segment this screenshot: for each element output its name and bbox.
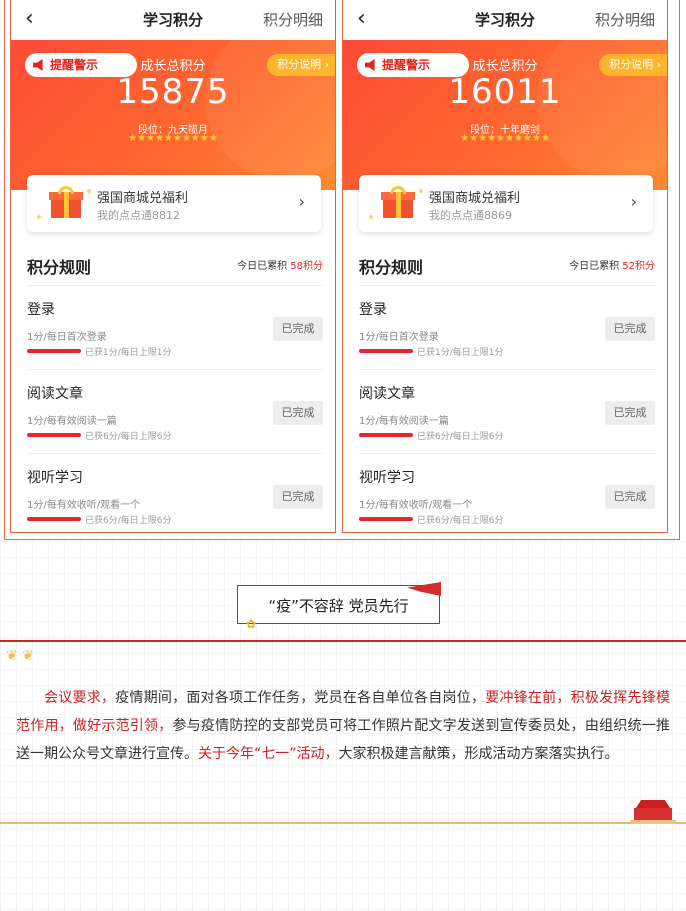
mall-subtitle: 我的点点通8869: [429, 209, 512, 222]
rule-name: 登录: [359, 302, 387, 318]
progress-bar: [27, 517, 81, 521]
rule-progress: 已获6分/每日上限6分: [85, 432, 172, 442]
para-span-red: 关于今年“七一”活动，: [198, 746, 339, 762]
rules-header: 积分规则 今日已累积 58积分: [27, 254, 323, 284]
para-span-red: 会议要求，: [44, 690, 116, 706]
rule-row: 登录 1分/每日首次登录 已获1分/每日上限1分 已完成: [359, 285, 655, 369]
progress-bar: [27, 349, 81, 353]
today-prefix: 今日已累积: [569, 261, 620, 272]
rule-desc: 1分/每日首次登录: [359, 332, 439, 343]
score-hero: 提醒警示 积分说明 › 成长总积分 16011 段位：十年磨剑 ★★★★★★★★…: [343, 20, 667, 190]
completed-button[interactable]: 已完成: [605, 317, 655, 341]
rule-progress: 已获1分/每日上限1分: [417, 348, 504, 358]
progress-bar: [359, 433, 413, 437]
tiananmen-icon: [630, 800, 676, 824]
completed-button[interactable]: 已完成: [605, 401, 655, 425]
rule-desc: 1分/每有效收听/观看一个: [359, 500, 473, 511]
today-value: 58积分: [290, 261, 323, 272]
rule-progress: 已获1分/每日上限1分: [85, 348, 172, 358]
rules-title: 积分规则: [359, 258, 424, 277]
completed-button[interactable]: 已完成: [273, 485, 323, 509]
rule-progress: 已获6分/每日上限6分: [417, 516, 504, 526]
rules-header: 积分规则 今日已累积 52积分: [359, 254, 655, 284]
rule-name: 阅读文章: [27, 386, 83, 402]
divider-gold: [0, 822, 686, 824]
divider-red: [0, 640, 686, 642]
banner-title: “疫”不容辞 党员先行: [268, 597, 409, 615]
rule-desc: 1分/每有效收听/观看一个: [27, 500, 141, 511]
completed-button[interactable]: 已完成: [273, 401, 323, 425]
mall-subtitle: 我的点点通8812: [97, 209, 180, 222]
mall-title: 强国商城兑福利: [429, 191, 521, 206]
decor-dot: [369, 215, 373, 219]
mall-card[interactable]: 强国商城兑福利 我的点点通8812 ›: [27, 175, 321, 232]
completed-button[interactable]: 已完成: [273, 317, 323, 341]
rules-title: 积分规则: [27, 258, 92, 277]
rule-name: 视听学习: [359, 470, 415, 486]
rank-stars: ★★★★★★★★★★: [128, 133, 218, 144]
progress-bar: [359, 517, 413, 521]
rule-desc: 1分/每有效阅读一篇: [27, 416, 117, 427]
decor-dot: [419, 189, 423, 193]
total-score: 15875: [116, 72, 230, 112]
rule-row: 视听学习 1分/每有效收听/观看一个 已获6分/每日上限6分 已完成: [27, 453, 323, 532]
rule-name: 登录: [27, 302, 55, 318]
chevron-right-icon: ›: [630, 192, 637, 211]
phone-screen-left: ‹ 学习积分 积分明细 提醒警示 积分说明 › 成长总积分 15875 段位：九…: [10, 0, 336, 533]
rule-row: 登录 1分/每日首次登录 已获1分/每日上限1分 已完成: [27, 285, 323, 369]
today-prefix: 今日已累积: [237, 261, 288, 272]
article-paragraph: 会议要求，疫情期间，面对各项工作任务，党员在各自单位各自岗位，要冲锋在前，积极发…: [16, 684, 670, 768]
mall-card[interactable]: 强国商城兑福利 我的点点通8869 ›: [359, 175, 653, 232]
today-points: 今日已累积 58积分: [237, 257, 323, 272]
progress-bar: [359, 349, 413, 353]
leaves-icon: ❦ ❦: [6, 648, 34, 664]
mall-title: 强国商城兑福利: [97, 191, 189, 206]
chevron-right-icon: ›: [298, 192, 305, 211]
rule-name: 视听学习: [27, 470, 83, 486]
gift-icon: [49, 186, 83, 218]
para-span: 大家积极建言献策，形成活动方案落实执行。: [338, 746, 619, 762]
flag-icon: [407, 582, 441, 596]
rule-row: 视听学习 1分/每有效收听/观看一个 已获6分/每日上限6分 已完成: [359, 453, 655, 532]
score-hero: 提醒警示 积分说明 › 成长总积分 15875 段位：九天揽月 ★★★★★★★★…: [11, 20, 335, 190]
flower-icon: ✿: [246, 617, 257, 631]
completed-button[interactable]: 已完成: [605, 485, 655, 509]
today-value: 52积分: [622, 261, 655, 272]
total-score: 16011: [448, 72, 562, 112]
decor-dot: [37, 215, 41, 219]
rule-progress: 已获6分/每日上限6分: [85, 516, 172, 526]
rule-row: 阅读文章 1分/每有效阅读一篇 已获6分/每日上限6分 已完成: [27, 369, 323, 453]
decor-dot: [87, 189, 91, 193]
para-span: 疫情期间，面对各项工作任务，党员在各自单位各自岗位，: [115, 690, 486, 706]
progress-bar: [27, 433, 81, 437]
rule-row: 阅读文章 1分/每有效阅读一篇 已获6分/每日上限6分 已完成: [359, 369, 655, 453]
rule-name: 阅读文章: [359, 386, 415, 402]
section-banner: “疫”不容辞 党员先行 ✿: [237, 582, 441, 631]
points-explain-button[interactable]: 积分说明 ›: [599, 54, 667, 76]
rule-progress: 已获6分/每日上限6分: [417, 432, 504, 442]
points-explain-button[interactable]: 积分说明 ›: [267, 54, 335, 76]
phone-screen-right: ‹ 学习积分 积分明细 提醒警示 积分说明 › 成长总积分 16011 段位：十…: [342, 0, 668, 533]
today-points: 今日已累积 52积分: [569, 257, 655, 272]
rank-stars: ★★★★★★★★★★: [460, 133, 550, 144]
gift-icon: [381, 186, 415, 218]
rule-desc: 1分/每日首次登录: [27, 332, 107, 343]
rule-desc: 1分/每有效阅读一篇: [359, 416, 449, 427]
